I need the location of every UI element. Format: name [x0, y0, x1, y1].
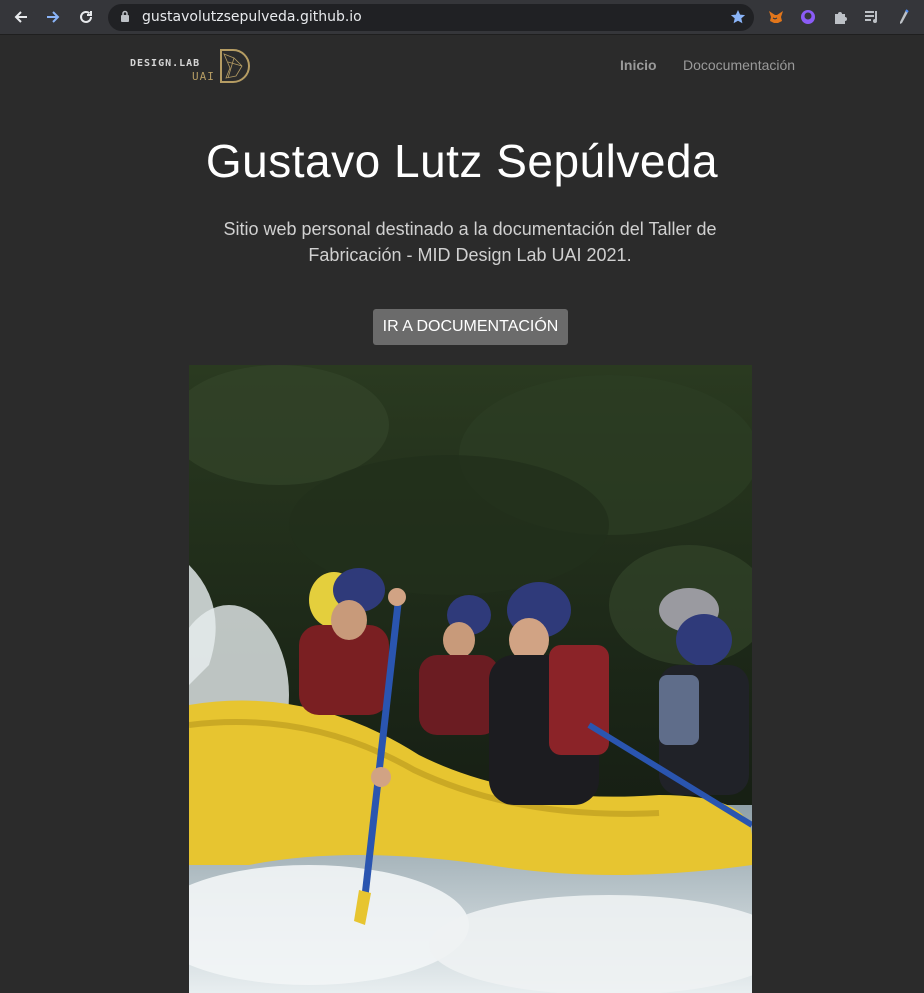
lock-icon[interactable]: [120, 10, 130, 28]
bookmark-star-icon[interactable]: [730, 9, 746, 30]
metamask-fox-icon[interactable]: [766, 7, 786, 27]
go-to-documentation-button[interactable]: IR A DOCUMENTACIÓN: [373, 309, 568, 345]
address-bar[interactable]: gustavolutzsepulveda.github.io: [108, 4, 754, 31]
page-subtitle: Sitio web personal destinado a la docume…: [223, 219, 717, 265]
site-logo[interactable]: DESIGN.LAB UAI: [130, 46, 255, 86]
back-icon[interactable]: [10, 6, 32, 28]
github-icon[interactable]: [798, 7, 818, 27]
nav-link-documentacion[interactable]: Dococumentación: [683, 57, 795, 73]
profile-icon[interactable]: [894, 7, 914, 27]
logo-wordmark: DESIGN.LAB: [130, 58, 201, 69]
reload-icon[interactable]: [75, 6, 97, 28]
logo-mark-icon: [218, 48, 252, 89]
page-title: Gustavo Lutz Sepúlveda: [205, 135, 719, 187]
extensions-puzzle-icon[interactable]: [830, 7, 850, 27]
media-queue-icon[interactable]: [862, 7, 882, 27]
url-text[interactable]: gustavolutzsepulveda.github.io: [142, 9, 362, 26]
hero-photo: [189, 365, 752, 993]
browser-toolbar: gustavolutzsepulveda.github.io: [0, 0, 924, 35]
nav-link-inicio[interactable]: Inicio: [620, 57, 657, 73]
forward-icon[interactable]: [42, 6, 64, 28]
logo-subtitle: UAI: [192, 70, 215, 83]
